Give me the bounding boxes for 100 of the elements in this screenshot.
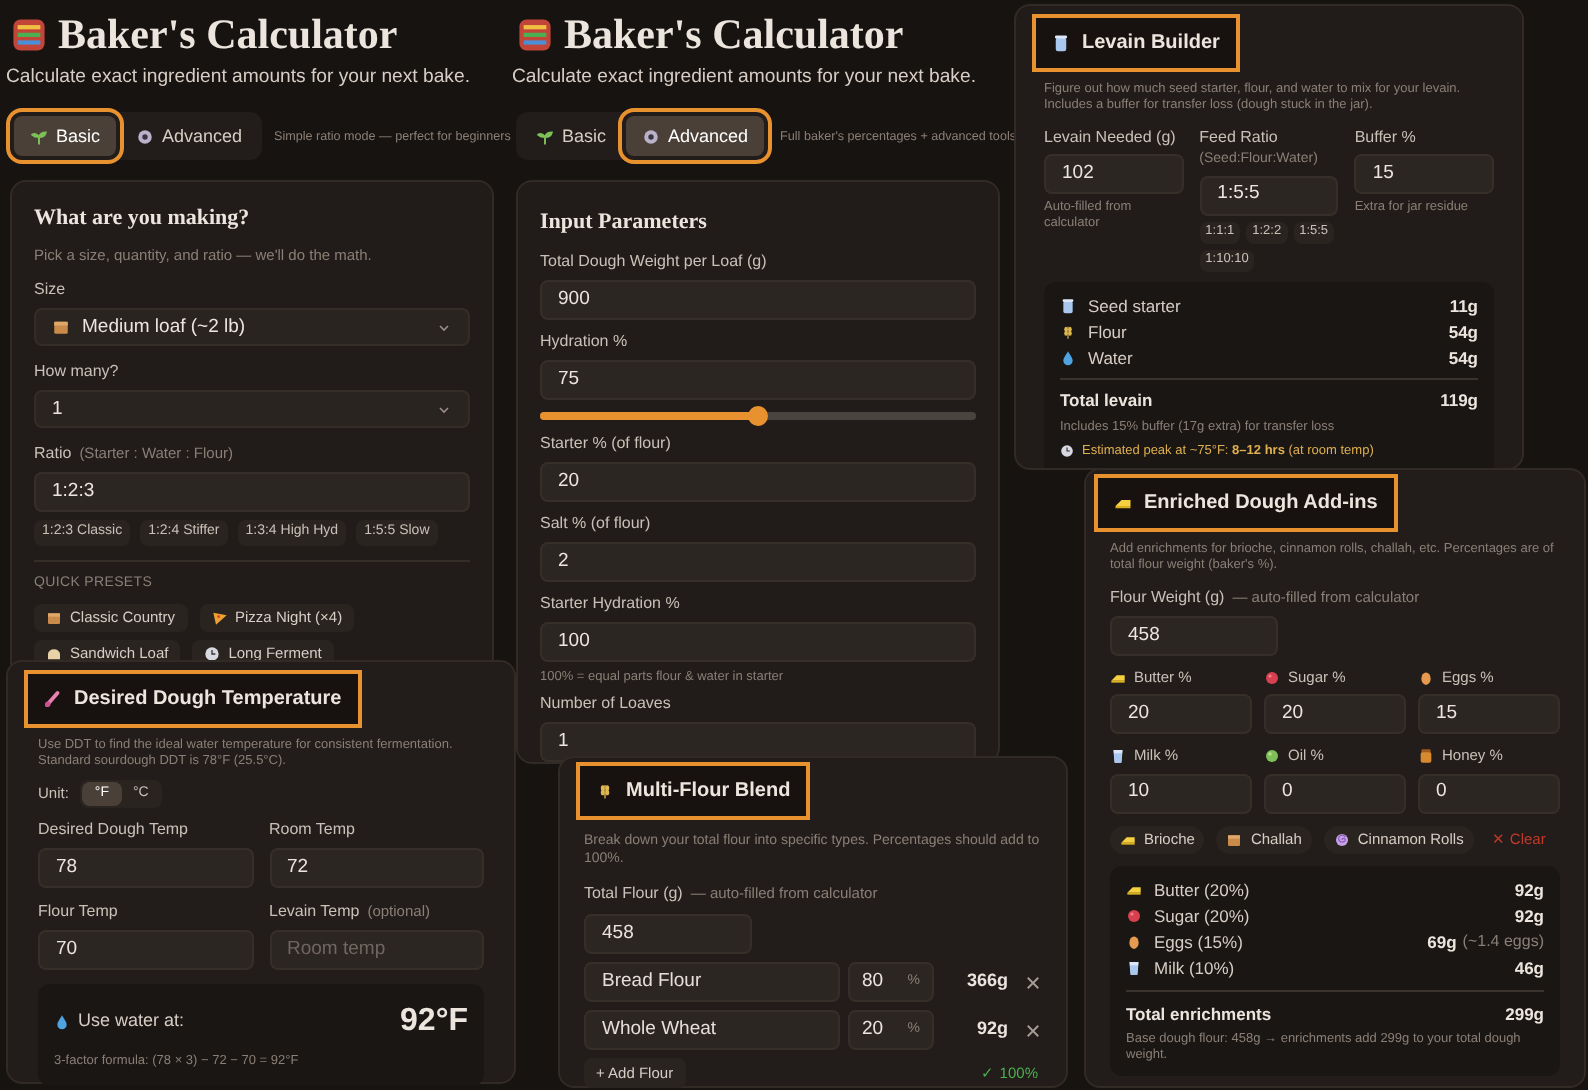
butter-icon [1120, 831, 1136, 847]
gear-icon [136, 127, 155, 146]
candy-icon [1126, 908, 1142, 924]
cup-icon [1110, 747, 1126, 764]
remove-button[interactable] [1024, 1021, 1042, 1039]
input-field[interactable]: 20 [1264, 694, 1406, 735]
input-field[interactable]: 900 [540, 279, 976, 320]
input-field[interactable]: 1:5:5 [1199, 175, 1339, 215]
input-field[interactable]: Bread Flour [584, 962, 840, 1002]
clock-icon [1060, 444, 1074, 459]
result-label: Use water at: [78, 1008, 187, 1035]
result-value: 46g [1514, 955, 1544, 981]
slider-thumb[interactable] [748, 405, 768, 426]
panel-heading: Levain Builder [1032, 14, 1240, 72]
result-value: 69g [1427, 929, 1457, 955]
field-label: Hydration % [540, 329, 628, 354]
field-label: Total Dough Weight per Loaf (g) [540, 249, 767, 274]
wheat-icon [1060, 324, 1076, 340]
total-value: 119g [1440, 387, 1478, 413]
input-field[interactable]: 20 [540, 461, 976, 502]
cup-icon [1126, 960, 1142, 976]
close-icon [1024, 1021, 1042, 1039]
butter-icon [1114, 494, 1132, 512]
slider-track[interactable] [540, 411, 976, 420]
result-label: Water [1088, 345, 1135, 371]
input-field[interactable]: 15 [1354, 154, 1494, 194]
field-label: Number of Loaves [540, 691, 671, 716]
result-value: 92g [1514, 903, 1544, 929]
box-icon [46, 609, 62, 626]
result-value: 54g [1448, 319, 1478, 345]
input-field[interactable]: 458 [584, 914, 752, 954]
sprout-icon [536, 127, 554, 146]
field-label: Size [34, 278, 66, 303]
total-label: Total levain [1060, 387, 1155, 413]
result-label: Seed starter [1088, 293, 1183, 319]
bread-icon [46, 645, 62, 662]
result-value: 54g [1448, 345, 1478, 371]
input-field[interactable]: 75 [540, 359, 976, 400]
result-label: Milk (10%) [1154, 955, 1237, 981]
remove-button[interactable] [1024, 973, 1042, 991]
box-icon [1226, 831, 1243, 847]
mode-tab[interactable]: Advanced [120, 116, 259, 157]
input-field[interactable]: 2 [540, 541, 976, 582]
field-label: Flour Weight (g) [1110, 586, 1225, 610]
field-label: Room Temp [269, 818, 355, 842]
input-field[interactable]: 102 [1044, 154, 1184, 194]
candy-icon [1264, 669, 1280, 686]
sprout-icon [30, 127, 48, 146]
input-field[interactable]: 0 [1418, 773, 1560, 813]
input-field[interactable]: 0 [1264, 773, 1406, 813]
select-field[interactable]: 1 [34, 390, 470, 429]
app-subtitle: Calculate exact ingredient amounts for your next bake. [4, 64, 472, 92]
swirl-icon [1333, 831, 1350, 847]
result-label: Sugar (20%) [1154, 903, 1252, 929]
mode-tab[interactable]: Advanced [626, 116, 765, 157]
mode-tab[interactable]: Basic [14, 116, 117, 157]
input-field[interactable]: 78 [38, 848, 253, 888]
panel-heading: Multi-Flour Blend [576, 762, 811, 820]
amount-text: 366g [964, 968, 1008, 995]
field-label: Levain Needed (g) [1044, 126, 1176, 150]
input-field[interactable]: 1 [540, 721, 976, 762]
field-label: Starter Hydration % [540, 591, 680, 616]
egg-icon [1418, 669, 1434, 686]
butter-icon [1126, 882, 1142, 898]
card-heading: What are you making? [34, 204, 252, 235]
select-field[interactable]: Medium loaf (~2 lb) [34, 308, 470, 347]
chevron-icon [436, 401, 452, 418]
box-icon [52, 318, 70, 337]
clock-icon [204, 645, 221, 662]
wheat-icon [596, 782, 614, 800]
mode-tab[interactable]: Basic [520, 116, 623, 157]
input-field[interactable]: 10 [1110, 773, 1252, 813]
gear-icon [642, 127, 661, 146]
input-field[interactable]: Whole Wheat [584, 1010, 840, 1050]
abacus-icon [518, 17, 552, 51]
total-label: Total enrichments [1126, 1001, 1274, 1027]
field-label: Desired Dough Temp [38, 818, 189, 842]
ball-icon [1264, 747, 1280, 764]
jar-icon [1060, 298, 1076, 314]
app-subtitle: Calculate exact ingredient amounts for your next bake. [510, 64, 978, 92]
input-field[interactable]: 15 [1418, 694, 1560, 735]
thermometer-icon [44, 690, 62, 708]
panel-heading: Desired Dough Temperature [24, 670, 362, 728]
field-label: Salt % (of flour) [540, 511, 651, 536]
input-field[interactable]: 72 [269, 848, 484, 888]
input-field[interactable]: 100 [540, 621, 976, 662]
app-title: Baker's Calculator [58, 10, 398, 58]
input-field[interactable]: 1:2:3 [34, 472, 470, 513]
field-label: Feed Ratio [1199, 126, 1278, 150]
input-field[interactable]: 70 [38, 930, 253, 970]
result-value: 92°F [400, 1002, 468, 1042]
field-label: Flour Temp [38, 900, 118, 924]
field-label: Ratio [34, 442, 72, 467]
field-label: Levain Temp [269, 900, 360, 924]
honey-icon [1418, 747, 1434, 764]
input-field[interactable]: 20 [1110, 694, 1252, 735]
result-label: Flour [1088, 319, 1129, 345]
card-heading: Input Parameters [540, 208, 709, 239]
input-field[interactable]: 458 [1110, 616, 1278, 656]
result-value: 11g [1449, 293, 1478, 319]
